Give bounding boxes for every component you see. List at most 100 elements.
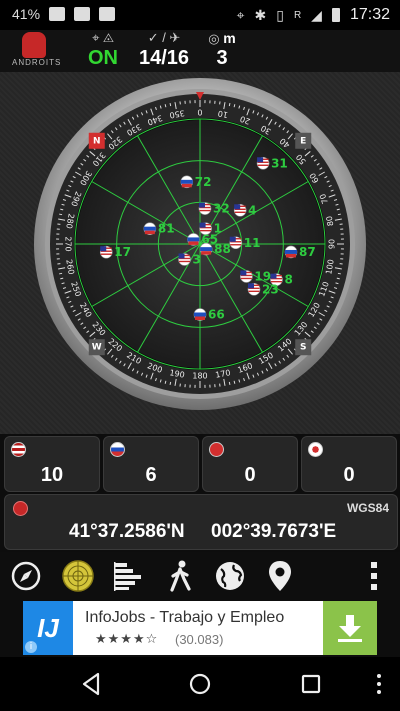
flag-stripe [187, 237, 200, 242]
degree-tick [228, 103, 231, 107]
flag-stripe [195, 316, 205, 320]
satellite-id: 8 [284, 273, 292, 287]
degree-tick [164, 104, 167, 108]
battery-icon [331, 8, 340, 22]
ad-info-icon[interactable]: i [25, 641, 37, 653]
sky-radar[interactable]: 0 10 2030405060708090100110120130140150160… [0, 72, 400, 434]
vibrate-icon: ▯ [276, 6, 284, 23]
position-panel[interactable]: WGS84 41°37.2586'N 002°39.7673'E [4, 494, 398, 550]
flag-stripe [188, 241, 199, 245]
location-button[interactable] [262, 558, 298, 594]
degree-tick [164, 380, 167, 384]
beidou-count: 0 [244, 464, 256, 486]
flag-canton [248, 283, 255, 289]
qzss-counter: 0 [301, 436, 397, 492]
satellite-23[interactable]: 23 [247, 282, 279, 296]
flag-stripe [180, 179, 193, 184]
satellite-81[interactable]: 81 [143, 222, 175, 236]
qzss-count: 0 [343, 464, 355, 486]
glonass-count: 6 [145, 464, 157, 486]
satellite-87[interactable]: 87 [284, 245, 316, 259]
flag-stripe [181, 183, 192, 188]
degree-tick [59, 272, 63, 275]
flag-stripe [285, 253, 296, 258]
overflow-menu-button[interactable] [356, 558, 392, 594]
satellite-17[interactable]: 17 [99, 245, 131, 259]
degree-tick [337, 213, 341, 216]
degree-tick [336, 277, 340, 280]
more-icon [377, 674, 381, 694]
app-logo[interactable]: ANDROITS [12, 32, 60, 70]
flag-canton [229, 236, 236, 242]
signal-bars-button[interactable] [110, 558, 146, 594]
degree-tick [169, 103, 172, 107]
radar-button[interactable] [60, 558, 96, 594]
satellite-11[interactable]: 11 [229, 236, 261, 250]
flag-canton [178, 253, 185, 259]
globe-icon [13, 501, 28, 516]
ad-download-button[interactable] [323, 601, 377, 655]
satellite-id: 81 [158, 222, 175, 236]
overflow-menu-icon [371, 562, 377, 590]
usa-flag-icon [11, 442, 26, 457]
briefcase-icon [99, 7, 116, 21]
recents-button[interactable] [296, 669, 326, 699]
flag-stripe [194, 312, 206, 317]
home-icon [189, 673, 211, 695]
globe-icon [216, 562, 244, 590]
datum-label: WGS84 [346, 501, 389, 515]
satellite-icon: ✓ / ✈ [147, 30, 181, 45]
satellite-32[interactable]: 32 [198, 202, 230, 216]
cardinal-label: S [300, 343, 306, 353]
flag-stripe [201, 251, 212, 255]
compass-button[interactable] [8, 558, 44, 594]
flag-canton [198, 202, 205, 208]
back-icon [82, 672, 100, 696]
world-map-button[interactable] [212, 558, 248, 594]
satellite-id: 3 [193, 252, 201, 266]
flag-canton [240, 270, 247, 276]
gps-fix-icon: ⌖ ◬ [92, 30, 114, 45]
satellite-66[interactable]: 66 [193, 308, 225, 322]
clock: 17:32 [349, 6, 390, 23]
back-button[interactable] [76, 669, 106, 699]
recents-icon [301, 674, 321, 694]
satellite-88[interactable]: 88 [199, 242, 231, 256]
degree-label: 80 [325, 215, 336, 227]
degree-label: 0 [197, 108, 202, 117]
degree-label: 90 [328, 239, 337, 249]
roaming-indicator: R [293, 9, 302, 21]
satellite-value: 14/16 [138, 47, 190, 69]
flag-stripe [200, 247, 213, 252]
map-pin-icon [269, 561, 291, 591]
glonass-counter: 6 [103, 436, 199, 492]
satellite-id: 87 [299, 245, 316, 259]
fix-status: ⌖ ◬ ON [80, 30, 126, 70]
degree-tick [337, 272, 341, 275]
compass-icon [11, 561, 41, 591]
nav-more-button[interactable] [364, 669, 394, 699]
satellite-id: 66 [208, 308, 225, 322]
flag-canton [199, 222, 206, 228]
japan-flag-icon [308, 442, 323, 457]
satellite-id: 23 [262, 282, 279, 296]
walk-button[interactable] [162, 558, 198, 594]
degree-tick [233, 104, 236, 108]
battery-percent: 41% [12, 6, 41, 22]
accuracy: ◎ m 3 [200, 30, 244, 70]
latitude-value: 41°37.2586'N [69, 521, 185, 542]
satellite-31[interactable]: 31 [256, 156, 288, 170]
degree-tick [233, 380, 236, 384]
gps-counter: 10 [4, 436, 100, 492]
satellite-id: 11 [244, 236, 261, 250]
degree-tick [60, 208, 64, 211]
home-button[interactable] [185, 669, 215, 699]
satellite-count: ✓ / ✈ 14/16 [132, 30, 196, 70]
bottom-toolbar [0, 552, 400, 600]
degree-tick [169, 381, 172, 385]
satellite-72[interactable]: 72 [180, 175, 212, 189]
ad-banner[interactable]: IJ InfoJobs - Trabajo y Empleo ★★★★☆ (30… [23, 601, 377, 655]
russia-flag-icon [110, 442, 125, 457]
system-nav-bar [0, 657, 400, 711]
cardinal-label: E [300, 136, 306, 146]
